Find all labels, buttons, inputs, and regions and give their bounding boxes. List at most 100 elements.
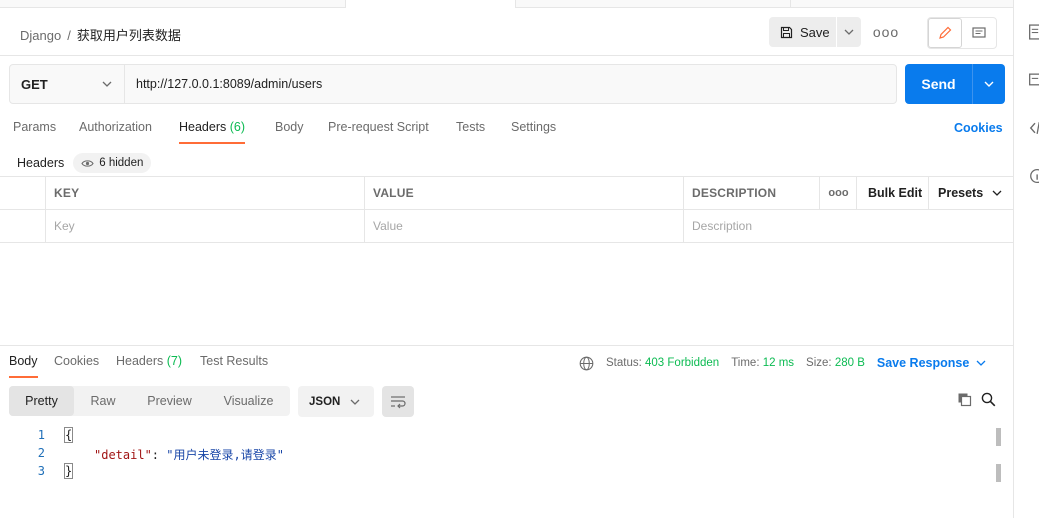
headers-subheader: Headers 6 hidden <box>17 152 152 174</box>
json-key: "detail" <box>94 448 152 462</box>
response-divider[interactable] <box>0 345 1013 346</box>
url-text: http://127.0.0.1:8089/admin/users <box>136 77 323 91</box>
save-icon <box>780 26 793 38</box>
time-label: Time: <box>731 357 760 369</box>
code-text: { <box>63 427 74 443</box>
view-mode-toggle <box>927 17 997 49</box>
description-input[interactable]: Description <box>683 210 1013 242</box>
code-icon[interactable] <box>1028 120 1039 136</box>
status-badge[interactable]: 403 Forbidden <box>645 357 719 369</box>
response-tab-headers[interactable]: Headers (7) <box>116 354 182 380</box>
response-format-tabs: Pretty Raw Preview Visualize <box>9 386 290 416</box>
response-tab-body[interactable]: Body <box>9 354 38 380</box>
request-tab-strip <box>0 0 1013 8</box>
response-tab-test-results[interactable]: Test Results <box>200 354 268 380</box>
copy-icon[interactable] <box>957 392 972 407</box>
table-header-row: KEY VALUE DESCRIPTION ooo Bulk Edit Pres… <box>0 177 1013 210</box>
save-response-label: Save Response <box>876 356 970 370</box>
save-button[interactable]: Save <box>769 17 836 47</box>
save-options-button[interactable] <box>837 17 861 47</box>
comment-icon <box>972 26 986 38</box>
breadcrumb-separator: / <box>67 28 71 43</box>
tab-headers[interactable]: Headers (6) <box>179 120 246 146</box>
tab-pre-request-script[interactable]: Pre-request Script <box>328 120 429 146</box>
column-value: VALUE <box>364 177 684 209</box>
url-input[interactable]: http://127.0.0.1:8089/admin/users <box>125 65 322 103</box>
format-pretty[interactable]: Pretty <box>9 386 74 416</box>
scroll-marker[interactable] <box>996 464 1001 482</box>
chevron-down-icon <box>102 81 112 87</box>
column-options-button[interactable]: ooo <box>819 177 857 209</box>
checkbox-column <box>0 177 45 209</box>
breadcrumb-collection[interactable]: Django <box>20 28 61 43</box>
pencil-icon <box>939 26 952 39</box>
chevron-down-icon <box>984 81 994 87</box>
line-number: 1 <box>37 428 45 442</box>
headers-title: Headers <box>17 156 65 170</box>
http-method-select[interactable]: GET <box>10 65 125 103</box>
time-value[interactable]: 12 ms <box>763 357 794 369</box>
tab-label: Authorization <box>79 120 152 134</box>
chevron-down-icon <box>992 190 1002 196</box>
request-header: Django / 获取用户列表数据 Save ooo <box>0 8 1013 56</box>
scroll-marker[interactable] <box>996 428 1001 446</box>
active-request-tab[interactable] <box>345 0 516 8</box>
presets-label: Presets <box>938 186 984 200</box>
save-response-button[interactable]: Save Response <box>877 356 986 370</box>
column-description: DESCRIPTION <box>683 177 820 209</box>
cookies-link[interactable]: Cookies <box>954 121 1003 135</box>
close-brace: } <box>63 463 74 479</box>
tab-label: Body <box>275 120 304 134</box>
hidden-count: 6 hidden <box>99 157 144 169</box>
save-label: Save <box>800 24 830 40</box>
response-tab-cookies[interactable]: Cookies <box>54 354 99 380</box>
tab-label: Cookies <box>54 354 100 368</box>
edit-mode-button[interactable] <box>928 18 962 48</box>
send-button[interactable]: Send <box>905 64 972 104</box>
chevron-down-icon <box>350 399 360 405</box>
tab-label: Headers <box>116 354 164 368</box>
code-text: "detail": "用户未登录,请登录" <box>94 446 284 463</box>
presets-dropdown[interactable]: Presets <box>928 177 1013 209</box>
http-method: GET <box>21 76 48 92</box>
size-value[interactable]: 280 B <box>835 357 865 369</box>
code-line: 3 } <box>0 463 995 482</box>
row-checkbox-cell <box>0 210 45 242</box>
globe-icon[interactable] <box>579 356 594 371</box>
chevron-down-icon <box>844 29 854 35</box>
tab-settings[interactable]: Settings <box>511 120 556 146</box>
tab-label: Test Results <box>200 354 269 368</box>
code-line: 2 "detail": "用户未登录,请登录" <box>0 446 995 464</box>
value-input[interactable]: Value <box>364 210 684 242</box>
more-actions-button[interactable]: ooo <box>872 17 900 47</box>
tab-params[interactable]: Params <box>13 120 56 146</box>
code-text: } <box>63 463 74 479</box>
format-raw[interactable]: Raw <box>74 386 132 416</box>
documentation-mode-button[interactable] <box>962 18 996 48</box>
request-name[interactable]: 获取用户列表数据 <box>77 28 181 43</box>
key-input[interactable]: Key <box>45 210 365 242</box>
tab-label: Pre-request Script <box>328 120 429 134</box>
language-select[interactable]: JSON <box>298 386 374 417</box>
documentation-icon[interactable] <box>1028 24 1039 40</box>
response-status-bar: Status: 403 Forbidden Time: 12 ms Size: … <box>579 354 986 372</box>
hidden-headers-toggle[interactable]: 6 hidden <box>73 153 152 173</box>
more-actions-label: ooo <box>872 24 900 40</box>
line-number: 2 <box>37 446 45 460</box>
response-body-viewer[interactable]: 1 { 2 "detail": "用户未登录,请登录" 3 } <box>0 427 995 482</box>
tab-tests[interactable]: Tests <box>456 120 485 146</box>
send-options-button[interactable] <box>972 64 1005 104</box>
search-icon[interactable] <box>981 392 996 407</box>
line-number: 3 <box>37 464 45 478</box>
info-icon[interactable] <box>1028 168 1039 184</box>
eye-icon <box>81 159 94 167</box>
format-visualize[interactable]: Visualize <box>207 386 290 416</box>
bulk-edit-button[interactable]: Bulk Edit <box>856 177 929 209</box>
tab-body[interactable]: Body <box>275 120 304 146</box>
wrap-lines-button[interactable] <box>382 386 414 417</box>
tab-authorization[interactable]: Authorization <box>79 120 152 146</box>
tab-label: Body <box>9 354 38 368</box>
format-preview[interactable]: Preview <box>132 386 207 416</box>
headers-table: KEY VALUE DESCRIPTION ooo Bulk Edit Pres… <box>0 176 1013 243</box>
comments-icon[interactable] <box>1028 72 1039 88</box>
